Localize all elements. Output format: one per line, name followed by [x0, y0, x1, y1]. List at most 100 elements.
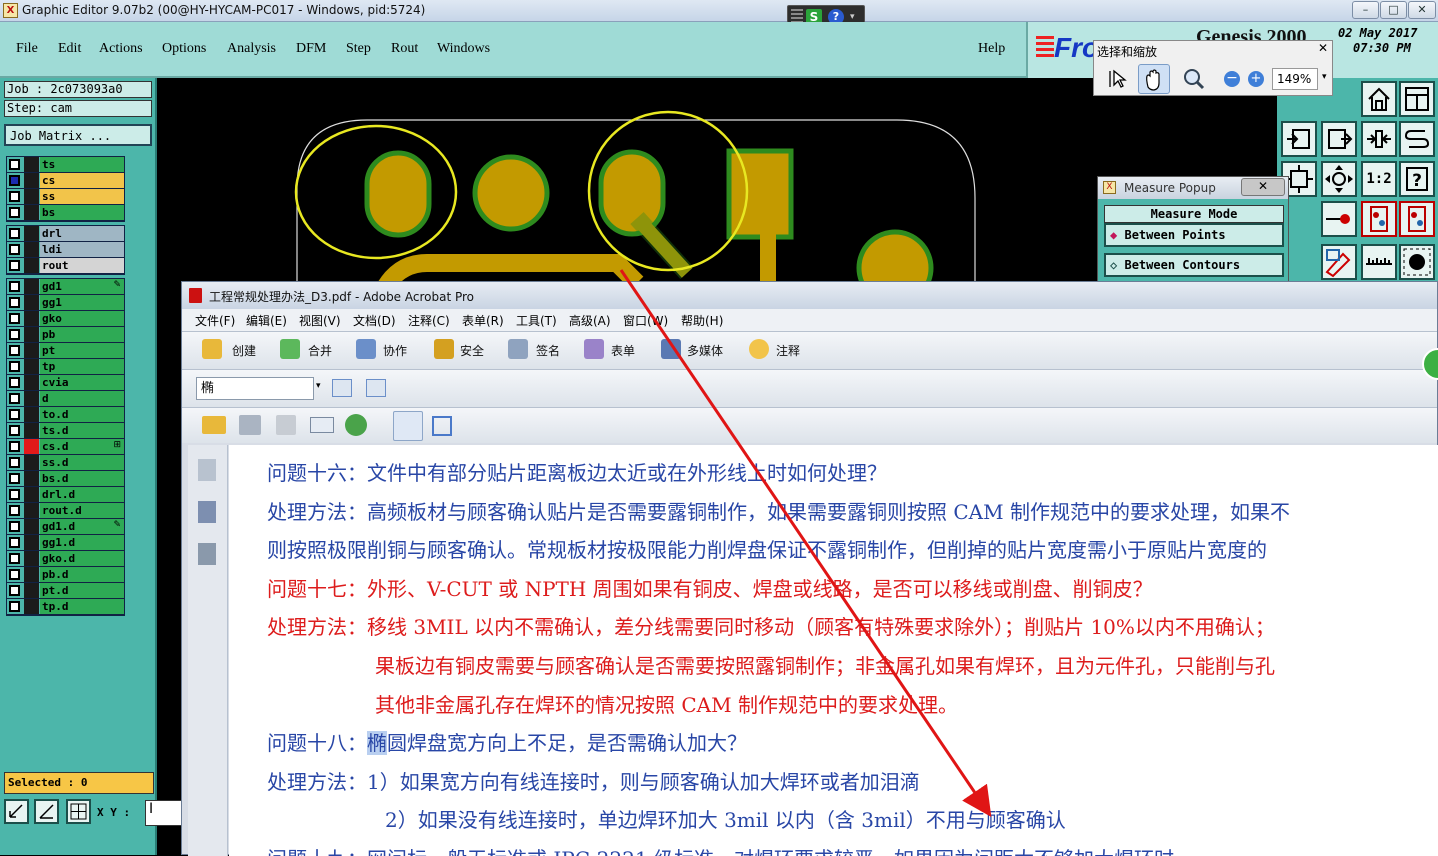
layer-name[interactable]: cs.d	[40, 439, 124, 454]
multimedia-button[interactable]: 多媒体	[687, 342, 723, 359]
next-icon[interactable]	[1321, 121, 1357, 157]
layer-name[interactable]: rout	[40, 258, 124, 273]
layer-checkbox[interactable]	[9, 345, 20, 356]
layer-color-swatch[interactable]	[24, 535, 39, 550]
layer-name[interactable]: ts	[40, 157, 124, 172]
amenu-view[interactable]: 视图(V)	[299, 312, 341, 329]
amenu-document[interactable]: 文档(D)	[353, 312, 396, 329]
layer-row-cvia[interactable]: cvia	[7, 375, 124, 391]
layer-color-swatch[interactable]	[24, 375, 39, 390]
home-icon[interactable]	[1361, 81, 1397, 117]
find-dropdown-icon[interactable]: ▾	[316, 381, 321, 391]
layer-row-rout.d[interactable]: rout.d	[7, 503, 124, 519]
layer-color-swatch[interactable]	[24, 205, 39, 220]
layer-checkbox[interactable]	[9, 175, 20, 186]
layer-checkbox[interactable]	[9, 553, 20, 564]
layer-name[interactable]: to.d	[40, 407, 124, 422]
find-previous-icon[interactable]	[332, 379, 352, 397]
layer-name[interactable]: drl	[40, 226, 124, 241]
amenu-tools[interactable]: 工具(T)	[516, 312, 557, 329]
email-icon[interactable]	[310, 417, 334, 433]
pad-icon[interactable]	[1399, 244, 1435, 280]
layer-checkbox[interactable]	[9, 393, 20, 404]
fit-width-icon[interactable]	[393, 411, 423, 441]
layer-name[interactable]: ts.d	[40, 423, 124, 438]
layer-color-swatch[interactable]	[24, 391, 39, 406]
layer-color-swatch[interactable]	[24, 455, 39, 470]
zoom-toolbar-close-icon[interactable]: ✕	[1318, 41, 1328, 55]
layer-name[interactable]: gko.d	[40, 551, 124, 566]
layer-color-swatch[interactable]	[24, 258, 39, 273]
layer-name[interactable]: pb	[40, 327, 124, 342]
layer-name[interactable]: rout.d	[40, 503, 124, 518]
layer-checkbox[interactable]	[9, 601, 20, 612]
select-tool-icon[interactable]	[1106, 67, 1130, 91]
probe-icon[interactable]	[1321, 201, 1357, 237]
zoom-tool-icon[interactable]	[1182, 67, 1206, 91]
layer-color-swatch[interactable]	[24, 295, 39, 310]
layer-color-swatch[interactable]	[24, 311, 39, 326]
amenu-window[interactable]: 窗口(W)	[623, 312, 668, 329]
maximize-button[interactable]: □	[1380, 1, 1407, 19]
layer-row-gg1.d[interactable]: gg1.d	[7, 535, 124, 551]
layer-name[interactable]: ss.d	[40, 455, 124, 470]
zoom-in-icon[interactable]: +	[1248, 71, 1264, 87]
zoom-dropdown-icon[interactable]: ▾	[1322, 72, 1327, 82]
sign-button[interactable]: 签名	[536, 342, 560, 359]
zoom-out-icon[interactable]: −	[1224, 71, 1240, 87]
layer-checkbox[interactable]	[9, 473, 20, 484]
layer-name[interactable]: drl.d	[40, 487, 124, 502]
fit-icon[interactable]	[1361, 121, 1397, 157]
layer-checkbox[interactable]	[9, 521, 20, 532]
layer-name[interactable]: tp	[40, 359, 124, 374]
layer-checkbox[interactable]	[9, 377, 20, 388]
layer-color-swatch[interactable]	[24, 279, 39, 294]
layer-color-swatch[interactable]	[24, 327, 39, 342]
layer-color-swatch[interactable]	[24, 583, 39, 598]
save-icon[interactable]	[276, 415, 296, 435]
layer-checkbox[interactable]	[9, 313, 20, 324]
measure-close-button[interactable]: ✕	[1241, 178, 1285, 196]
layer-name[interactable]: cvia	[40, 375, 124, 390]
amenu-file[interactable]: 文件(F)	[195, 312, 235, 329]
between-points-option[interactable]: ◆ Between Points	[1104, 223, 1284, 247]
layer-row-ts.d[interactable]: ts.d	[7, 423, 124, 439]
signatures-icon[interactable]	[198, 543, 216, 565]
between-contours-option[interactable]: ◇ Between Contours	[1104, 253, 1284, 277]
layer-color-swatch[interactable]	[24, 551, 39, 566]
layer-name[interactable]: gd1	[40, 279, 124, 294]
fit-page-icon[interactable]	[432, 416, 452, 436]
print-icon[interactable]	[239, 415, 261, 435]
menu-file[interactable]: File	[16, 41, 38, 57]
scale-1-2-button[interactable]: 1:2	[1361, 161, 1397, 197]
layer-checkbox[interactable]	[9, 329, 20, 340]
layer-name[interactable]: bs.d	[40, 471, 124, 486]
layer-row-drl.d[interactable]: drl.d	[7, 487, 124, 503]
layers-red-icon[interactable]	[1361, 201, 1397, 237]
chevron-down-icon[interactable]: ▾	[850, 12, 855, 22]
layer-row-gko.d[interactable]: gko.d	[7, 551, 124, 567]
minimize-button[interactable]: –	[1352, 1, 1379, 19]
layer-name[interactable]: gd1.d	[40, 519, 124, 534]
layer-row-gd1[interactable]: gd1 ✎	[7, 279, 124, 295]
layer-row-gd1.d[interactable]: gd1.d ✎	[7, 519, 124, 535]
layer-row-pt[interactable]: pt	[7, 343, 124, 359]
layer-row-rout[interactable]: rout	[7, 258, 124, 274]
comment-button[interactable]: 注释	[776, 342, 800, 359]
menu-analysis[interactable]: Analysis	[227, 41, 276, 57]
layer-color-swatch[interactable]	[24, 407, 39, 422]
layer-checkbox[interactable]	[9, 191, 20, 202]
grid-icon[interactable]	[66, 799, 91, 824]
layer-checkbox[interactable]	[9, 260, 20, 271]
layer-checkbox[interactable]	[9, 441, 20, 452]
find-next-icon[interactable]	[366, 379, 386, 397]
layer-color-swatch[interactable]	[24, 439, 39, 454]
zoom-level-input[interactable]: 149%	[1272, 68, 1318, 90]
amenu-advanced[interactable]: 高级(A)	[569, 312, 611, 329]
forms-button[interactable]: 表单	[611, 342, 635, 359]
move-icon[interactable]	[1321, 161, 1357, 197]
layer-checkbox[interactable]	[9, 207, 20, 218]
combine-button[interactable]: 合并	[308, 342, 332, 359]
draw-icon[interactable]	[1321, 244, 1357, 280]
layer-checkbox[interactable]	[9, 489, 20, 500]
